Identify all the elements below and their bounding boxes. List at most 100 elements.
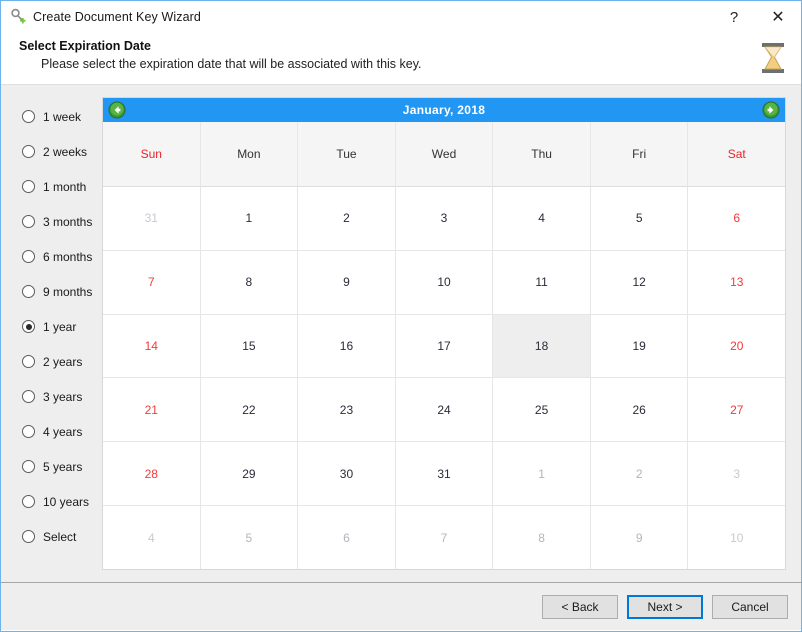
- page-title: Select Expiration Date: [19, 39, 151, 53]
- day-cell[interactable]: 29: [200, 442, 299, 506]
- day-cell[interactable]: 31: [103, 187, 201, 250]
- day-cell[interactable]: 14: [103, 314, 201, 378]
- radio-mark: [22, 495, 35, 508]
- close-button[interactable]: ✕: [755, 2, 801, 32]
- day-cell[interactable]: 12: [590, 250, 689, 314]
- radio-label: 1 year: [43, 319, 77, 334]
- radio-label: Select: [43, 529, 77, 544]
- back-button[interactable]: < Back: [542, 594, 618, 619]
- radio-option-10-years[interactable]: 10 years: [12, 484, 96, 519]
- radio-mark: [22, 390, 35, 403]
- radio-label: 1 month: [43, 179, 87, 194]
- window-title: Create Document Key Wizard: [33, 10, 201, 24]
- day-cell[interactable]: 27: [688, 378, 786, 442]
- wizard-footer: < Back Next > Cancel: [1, 582, 801, 630]
- cancel-button[interactable]: Cancel: [712, 594, 788, 619]
- arrow-right-circle-icon[interactable]: [762, 101, 780, 119]
- day-cell[interactable]: 5: [200, 506, 299, 569]
- day-cell[interactable]: 26: [590, 378, 689, 442]
- day-cell[interactable]: 9: [590, 506, 689, 569]
- radio-mark: [22, 355, 35, 368]
- day-cell[interactable]: 4: [493, 187, 591, 250]
- day-cell[interactable]: 6: [688, 187, 786, 250]
- radio-label: 6 months: [43, 249, 93, 264]
- day-cell[interactable]: 9: [298, 250, 396, 314]
- radio-label: 9 months: [43, 284, 93, 299]
- day-cell[interactable]: 16: [298, 314, 396, 378]
- dayname-sat: Sat: [727, 147, 746, 161]
- day-cell[interactable]: 3: [395, 187, 494, 250]
- day-cell[interactable]: 1: [200, 187, 299, 250]
- day-cell[interactable]: 30: [298, 442, 396, 506]
- day-cell[interactable]: 21: [103, 378, 201, 442]
- radio-label: 1 week: [43, 109, 82, 124]
- radio-label: 3 years: [43, 389, 83, 404]
- calendar-week-row: 31 1 2 3 4 5 6: [103, 187, 786, 251]
- radio-option-select[interactable]: Select: [12, 519, 96, 554]
- day-cell[interactable]: 13: [688, 250, 786, 314]
- day-cell[interactable]: 19: [590, 314, 689, 378]
- dayname-sun: Sun: [103, 122, 201, 186]
- day-cell[interactable]: 3: [688, 442, 786, 506]
- radio-option-9-months[interactable]: 9 months: [12, 274, 96, 309]
- radio-mark: [22, 250, 35, 263]
- day-cell[interactable]: 8: [200, 250, 299, 314]
- day-cell[interactable]: 10: [688, 506, 786, 569]
- day-cell[interactable]: 7: [395, 506, 494, 569]
- radio-option-3-months[interactable]: 3 months: [12, 204, 96, 239]
- day-cell[interactable]: 25: [493, 378, 591, 442]
- radio-option-5-years[interactable]: 5 years: [12, 449, 96, 484]
- radio-option-1-year[interactable]: 1 year: [12, 309, 96, 344]
- radio-option-6-months[interactable]: 6 months: [12, 239, 96, 274]
- day-cell[interactable]: 4: [103, 506, 201, 569]
- radio-mark: [22, 530, 35, 543]
- day-cell-selected[interactable]: 18: [493, 314, 591, 378]
- calendar-week-row: 4 5 6 7 8 9 10: [103, 506, 786, 569]
- radio-mark: [22, 425, 35, 438]
- day-cell[interactable]: 17: [395, 314, 494, 378]
- radio-label: 4 years: [43, 424, 83, 439]
- day-cell[interactable]: 8: [493, 506, 591, 569]
- help-button[interactable]: ?: [713, 2, 755, 32]
- calendar-week-row: 7 8 9 10 11 12 13: [103, 250, 786, 315]
- page-subtitle: Please select the expiration date that w…: [41, 57, 422, 71]
- radio-option-1-week[interactable]: 1 week: [12, 99, 96, 134]
- wizard-window: Create Document Key Wizard ? ✕ Select Ex…: [0, 0, 802, 632]
- day-cell[interactable]: 28: [103, 442, 201, 506]
- day-cell[interactable]: 10: [395, 250, 494, 314]
- radio-mark: [22, 180, 35, 193]
- dayname-fri: Fri: [591, 122, 689, 186]
- calendar-grid: 31 1 2 3 4 5 6 7 8 9 10 11 12 13 14 15 1…: [103, 187, 786, 569]
- day-cell[interactable]: 5: [590, 187, 689, 250]
- radio-option-2-weeks[interactable]: 2 weeks: [12, 134, 96, 169]
- day-cell[interactable]: 6: [298, 506, 396, 569]
- radio-option-1-month[interactable]: 1 month: [12, 169, 96, 204]
- radio-label: 2 weeks: [43, 144, 88, 159]
- title-bar: Create Document Key Wizard ? ✕: [1, 1, 801, 33]
- day-cell[interactable]: 20: [688, 314, 786, 378]
- wizard-body: 1 week 2 weeks 1 month 3 months 6 months…: [1, 85, 801, 582]
- day-cell[interactable]: 15: [200, 314, 299, 378]
- arrow-left-circle-icon[interactable]: [108, 101, 126, 119]
- hourglass-icon: [759, 41, 787, 75]
- day-cell[interactable]: 23: [298, 378, 396, 442]
- dayname-tue: Tue: [298, 122, 396, 186]
- day-cell[interactable]: 2: [590, 442, 689, 506]
- calendar-widget: January, 2018 Sun Mon Tue Wed Thu Fri Sa…: [102, 97, 786, 570]
- day-cell[interactable]: 22: [200, 378, 299, 442]
- dayname-thu: Thu: [493, 122, 591, 186]
- radio-option-4-years[interactable]: 4 years: [12, 414, 96, 449]
- radio-label: 3 months: [43, 214, 93, 229]
- radio-label: 5 years: [43, 459, 83, 474]
- day-cell[interactable]: 31: [395, 442, 494, 506]
- day-cell[interactable]: 1: [493, 442, 591, 506]
- day-cell[interactable]: 7: [103, 250, 201, 314]
- day-cell[interactable]: 11: [493, 250, 591, 314]
- day-cell[interactable]: 2: [298, 187, 396, 250]
- next-button[interactable]: Next >: [627, 594, 703, 619]
- radio-option-2-years[interactable]: 2 years: [12, 344, 96, 379]
- radio-label: 10 years: [43, 494, 90, 509]
- calendar-daynames-row: Sun Mon Tue Wed Thu Fri Sat: [103, 122, 785, 187]
- day-cell[interactable]: 24: [395, 378, 494, 442]
- radio-option-3-years[interactable]: 3 years: [12, 379, 96, 414]
